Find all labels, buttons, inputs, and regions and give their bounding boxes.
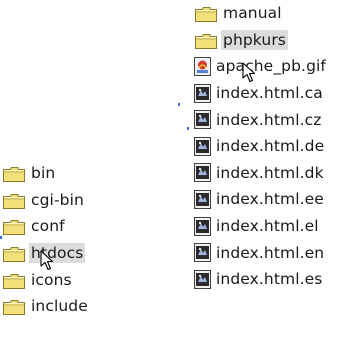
folder-item-cgi-bin[interactable]: cgi-bin — [0, 187, 150, 214]
folder-label: htdocs — [29, 243, 86, 264]
file-item-index-html-de[interactable]: index.html.de — [192, 133, 357, 160]
folder-label: manual — [223, 4, 282, 23]
file-item-index-html-es[interactable]: index.html.es — [192, 266, 357, 293]
file-item-index-html-ee[interactable]: index.html.ee — [192, 186, 357, 213]
html-file-icon — [194, 216, 211, 236]
file-item-apache-pb-gif[interactable]: apache_pb.gif — [192, 53, 357, 80]
file-label: index.html.ca — [216, 84, 323, 103]
file-label: index.html.en — [216, 243, 325, 262]
folder-icon — [2, 273, 26, 289]
folder-icon — [2, 219, 26, 236]
folder-item-manual[interactable]: manual — [192, 0, 357, 27]
file-item-index-html-dk[interactable]: index.html.dk — [192, 160, 357, 187]
html-file-icon — [194, 243, 211, 263]
file-label: index.html.cz — [216, 110, 322, 129]
folder-label: include — [31, 297, 88, 316]
file-label: index.html.es — [216, 270, 323, 289]
folder-icon — [194, 6, 218, 23]
file-label: index.html.el — [216, 217, 319, 236]
html-file-icon — [194, 189, 211, 209]
file-item-index-html-cz[interactable]: index.html.cz — [192, 106, 357, 133]
folder-label: conf — [31, 217, 65, 236]
folder-icon — [2, 246, 26, 263]
folder-icon — [194, 33, 218, 49]
file-label: index.html.ee — [216, 190, 324, 209]
file-item-index-html-en[interactable]: index.html.en — [192, 239, 357, 266]
folder-item-include[interactable]: include — [0, 293, 150, 320]
folder-label: phpkurs — [221, 29, 288, 50]
connector-mark — [178, 103, 180, 106]
left-folder-list: bin cgi-bin conf htdocs icons include — [0, 160, 150, 320]
folder-icon — [2, 299, 26, 316]
folder-label: icons — [31, 270, 72, 289]
folder-item-conf[interactable]: conf — [0, 213, 150, 240]
folder-item-icons[interactable]: icons — [0, 266, 150, 293]
html-file-icon — [194, 269, 211, 289]
folder-item-phpkurs[interactable]: phpkurs — [192, 27, 357, 54]
file-label: apache_pb.gif — [216, 57, 326, 76]
file-item-index-html-ca[interactable]: index.html.ca — [192, 80, 357, 107]
file-label: index.html.de — [216, 137, 325, 156]
html-file-icon — [194, 163, 211, 183]
html-file-icon — [194, 83, 211, 103]
folder-label: cgi-bin — [31, 190, 84, 209]
file-item-index-html-el[interactable]: index.html.el — [192, 213, 357, 240]
right-file-list: manual phpkurs apache_pb.gif index.html.… — [192, 0, 357, 293]
connector-mark — [187, 127, 189, 130]
folder-icon — [2, 166, 26, 183]
html-file-icon — [194, 110, 211, 130]
gif-image-icon — [194, 56, 211, 76]
connector-mark — [0, 236, 2, 239]
html-file-icon — [194, 136, 211, 156]
folder-item-htdocs[interactable]: htdocs — [0, 240, 150, 267]
folder-label: bin — [31, 164, 56, 183]
file-label: index.html.dk — [216, 163, 324, 182]
folder-item-bin[interactable]: bin — [0, 160, 150, 187]
folder-icon — [2, 193, 26, 209]
